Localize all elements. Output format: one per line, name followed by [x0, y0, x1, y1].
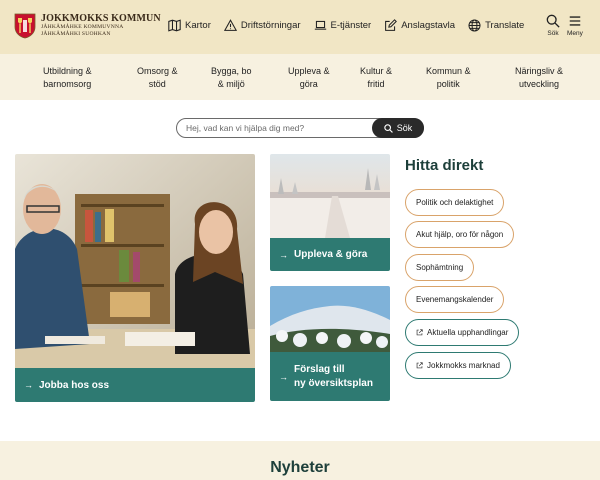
edit-icon: [385, 19, 398, 31]
map-icon: [168, 19, 181, 32]
logo-line-3: JÅHKÅMÅHKI SUOHKAN: [41, 31, 111, 37]
card-uppleva-caption: → Uppleva & göra: [270, 238, 390, 271]
laptop-icon: [314, 20, 326, 30]
nav-item-kultur[interactable]: Kultur & fritid: [360, 65, 392, 90]
quicklink-sophamtning-label: Sophämtning: [416, 263, 464, 272]
nav-item-kommun[interactable]: Kommun & politik: [426, 65, 471, 90]
quicklink-sophamtning[interactable]: Sophämtning: [405, 254, 475, 281]
globe-icon: [468, 19, 481, 32]
quicklink-upphandlingar-label: Aktuella upphandlingar: [427, 328, 509, 337]
link-kartor-label: Kartor: [185, 20, 211, 31]
link-etjanster[interactable]: E-tjänster: [314, 19, 372, 32]
quicklink-evenemangskalender-label: Evenemangskalender: [416, 295, 494, 304]
logo-line-1: JOKKMOKKS KOMMUN: [41, 13, 161, 25]
card-forslag-caption: → Förslag till ny översiktsplan: [270, 352, 390, 401]
nav-item-omsorg[interactable]: Omsorg & stöd: [137, 65, 178, 90]
link-anslagstavla-label: Anslagstavla: [401, 20, 456, 31]
card-forslag-oversiktsplan[interactable]: → Förslag till ny översiktsplan: [270, 286, 390, 401]
quicklink-politik-label: Politik och delaktighet: [416, 198, 494, 207]
card-jobba-label: Jobba hos oss: [39, 379, 110, 391]
link-translate[interactable]: Translate: [468, 19, 524, 32]
arrow-right-icon: →: [279, 371, 288, 382]
nav-item-bygga[interactable]: Bygga, bo & miljö: [211, 65, 252, 90]
link-kartor[interactable]: Kartor: [168, 19, 211, 32]
search-icon: [546, 14, 560, 28]
link-etjanster-label: E-tjänster: [330, 20, 372, 31]
card-uppleva-gora[interactable]: → Uppleva & göra: [270, 154, 390, 271]
site-search: Sök: [176, 118, 424, 138]
utility-links: Kartor Driftstörningar E-tjänster Anslag…: [168, 19, 537, 32]
news-heading: Nyheter: [270, 459, 330, 476]
card-forslag-label-line1: Förslag till: [294, 363, 345, 375]
arrow-right-icon: →: [24, 380, 33, 390]
municipality-logo[interactable]: JOKKMOKKS KOMMUN JÅHKÅMÅHKE KOMMUVNNA JÅ…: [14, 13, 161, 39]
card-uppleva-label: Uppleva & göra: [294, 249, 368, 260]
search-toggle-button[interactable]: Sök: [546, 14, 560, 37]
nav-item-utbildning[interactable]: Utbildning & barnomsorg: [43, 65, 92, 90]
search-toggle-label: Sök: [547, 30, 559, 37]
link-translate-label: Translate: [485, 20, 525, 31]
card-uppleva-image: [270, 154, 390, 238]
card-forslag-label-line2: ny översiktsplan: [294, 377, 373, 389]
card-jobba-caption: → Jobba hos oss: [15, 368, 255, 402]
link-driftstorningar-label: Driftstörningar: [240, 20, 301, 31]
search-submit-button[interactable]: Sök: [372, 118, 424, 138]
top-header: JOKKMOKKS KOMMUN JÅHKÅMÅHKE KOMMUVNNA JÅ…: [0, 0, 600, 54]
search-button-label: Sök: [396, 123, 413, 133]
quicklink-jokkmokks-marknad-label: Jokkmokks marknad: [427, 361, 500, 370]
card-forslag-image: [270, 286, 390, 352]
nav-item-naringsliv[interactable]: Näringsliv & utveckling: [515, 65, 563, 90]
quicklink-akut-hjalp-label: Akut hjälp, oro för någon: [416, 230, 504, 239]
card-jobba-image: [15, 154, 255, 368]
quicklink-politik[interactable]: Politik och delaktighet: [405, 189, 505, 216]
nav-item-uppleva[interactable]: Uppleva & göra: [288, 65, 330, 90]
main-navigation: Utbildning & barnomsorg Omsorg & stöd By…: [0, 54, 600, 100]
external-link-icon: [416, 362, 423, 369]
search-icon: [384, 123, 393, 133]
link-anslagstavla[interactable]: Anslagstavla: [384, 19, 455, 32]
arrow-right-icon: →: [279, 249, 288, 260]
warning-icon: [223, 19, 237, 31]
search-input[interactable]: [186, 121, 376, 135]
hitta-direkt-heading: Hitta direkt: [405, 157, 484, 174]
menu-button[interactable]: Meny: [567, 14, 583, 37]
quicklink-akut-hjalp[interactable]: Akut hjälp, oro för någon: [405, 221, 515, 248]
card-jobba-hos-oss[interactable]: → Jobba hos oss: [15, 154, 255, 402]
hamburger-icon: [569, 16, 581, 26]
link-driftstorningar[interactable]: Driftstörningar: [223, 19, 301, 32]
quicklink-upphandlingar[interactable]: Aktuella upphandlingar: [405, 319, 520, 346]
quicklink-jokkmokks-marknad[interactable]: Jokkmokks marknad: [405, 352, 511, 379]
quicklink-evenemangskalender[interactable]: Evenemangskalender: [405, 286, 505, 313]
external-link-icon: [416, 329, 423, 336]
coat-of-arms-icon: [14, 13, 36, 39]
menu-label: Meny: [567, 30, 583, 37]
